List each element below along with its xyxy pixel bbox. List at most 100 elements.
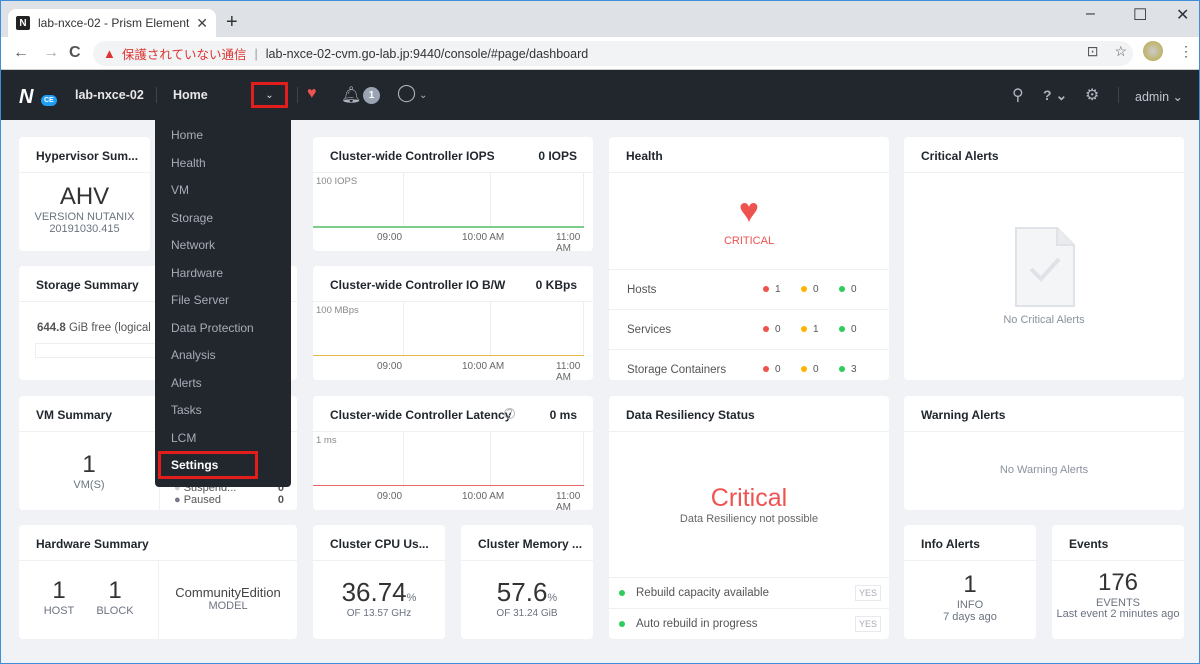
warning-count[interactable]: 1 [801,324,819,335]
menu-item-lcm[interactable]: LCM [171,431,196,445]
controller-latency-card[interactable]: Cluster-wide Controller Latency ? 0 ms 1… [313,396,593,510]
hypervisor-version: 20191030.415 [49,223,120,235]
menu-item-analysis[interactable]: Analysis [171,348,216,362]
menu-item-tasks[interactable]: Tasks [171,403,202,417]
help-icon[interactable]: ? ⌄ [1043,87,1067,104]
warning-alerts-card[interactable]: Warning Alerts No Warning Alerts [904,396,1184,510]
menu-item-network[interactable]: Network [171,238,215,252]
bookmark-star-icon[interactable]: ☆ [1114,43,1127,60]
good-value: 0 [851,284,857,295]
gridline [490,432,491,487]
main-menu-dropdown-button[interactable]: ⌄ [251,82,288,108]
controller-bandwidth-card[interactable]: Cluster-wide Controller IO B/W 0 KBps 10… [313,266,593,380]
good-count[interactable]: 0 [839,324,857,335]
card-title: Hypervisor Sum... [19,137,150,173]
tab-title: lab-nxce-02 - Prism Element [38,16,190,30]
paused-label: Paused [183,494,222,506]
resiliency-row: Auto rebuild in progress YES [609,608,889,639]
menu-item-hardware[interactable]: Hardware [171,266,223,280]
tasks-circle-icon[interactable]: ◯ [397,83,416,103]
critical-count[interactable]: 0 [763,324,781,335]
bell-icon[interactable]: 🔔︎ [341,85,361,105]
card-title: Info Alerts [904,525,1036,561]
gear-icon[interactable]: ⚙ [1085,85,1099,105]
health-card[interactable]: Health ♥ CRITICAL Hosts 1 0 0 Services 0 1 0 Sto… [609,137,889,380]
info-label: INFO [956,599,984,611]
memory-usage-value: 57.6 [496,577,548,607]
critical-alerts-card[interactable]: Critical Alerts No Critical Alerts [904,137,1184,380]
health-row[interactable]: Hosts 1 0 0 [609,269,889,309]
good-dot-icon [839,286,845,292]
x-tick-label: 11:00 AM [556,361,581,380]
storage-free-label: free (logical [91,322,151,334]
menu-item-storage[interactable]: Storage [171,211,213,225]
url-input[interactable]: ▲ 保護されていない通信 | lab-nxce-02-cvm.go-lab.jp… [93,41,1133,66]
minimize-button[interactable]: – [1086,5,1095,23]
close-window-button[interactable]: ✕ [1176,5,1189,25]
resiliency-status: Critical [710,484,788,512]
nutanix-logo[interactable]: N CE [19,86,59,108]
warning-count[interactable]: 0 [801,364,819,375]
iops-series-line [313,226,584,228]
critical-dot-icon [763,366,769,372]
warning-count[interactable]: 0 [801,284,819,295]
back-button[interactable]: ← [13,44,29,62]
tab-bar: N lab-nxce-02 - Prism Element ✕ + – ☐ ✕ [1,1,1199,37]
user-menu[interactable]: admin ⌄ [1135,89,1183,104]
cpu-capacity: OF 13.57 GHz [346,608,412,619]
controller-iops-card[interactable]: Cluster-wide Controller IOPS 0 IOPS 100 … [313,137,593,251]
menu-item-alerts[interactable]: Alerts [171,376,202,390]
health-row[interactable]: Services 0 1 0 [609,309,889,349]
menu-item-file-server[interactable]: File Server [171,293,229,307]
search-icon[interactable]: ⚲ [1012,85,1024,105]
maximize-button[interactable]: ☐ [1133,5,1147,25]
forward-button[interactable]: → [43,44,59,62]
storage-free-value: 644.8 [37,322,66,334]
menu-item-home[interactable]: Home [171,128,203,142]
translate-icon[interactable]: ⊡ [1087,43,1099,60]
cpu-unit: % [406,592,417,604]
cluster-name: lab-nxce-02 [75,88,144,102]
cluster-cpu-card[interactable]: Cluster CPU Us... 36.74% OF 13.57 GHz [313,525,445,639]
info-alerts-count: 1 [963,571,977,598]
resiliency-subtitle: Data Resiliency not possible [679,513,819,525]
new-tab-button[interactable]: + [226,11,238,34]
good-count[interactable]: 3 [839,364,857,375]
chevron-down-icon[interactable]: ⌄ [419,90,427,101]
info-alerts-card[interactable]: Info Alerts 1 INFO 7 days ago [904,525,1036,639]
hypervisor-summary-card[interactable]: Hypervisor Sum... AHV VERSION NUTANIX 20… [19,137,150,251]
card-title: Cluster Memory ... [461,525,593,561]
events-card[interactable]: Events 176 EVENTS Last event 2 minutes a… [1052,525,1184,639]
data-resiliency-card[interactable]: Data Resiliency Status Critical Data Res… [609,396,889,639]
good-count[interactable]: 0 [839,284,857,295]
alerts-count-badge[interactable]: 1 [363,87,380,104]
warning-value: 0 [813,284,819,295]
x-tick-label: 09:00 [377,232,403,243]
browser-menu-icon[interactable]: ⋮ [1179,43,1193,60]
critical-value: 1 [775,284,781,295]
address-bar-row: ← → C ▲ 保護されていない通信 | lab-nxce-02-cvm.go-… [1,37,1199,70]
health-row[interactable]: Storage Containers 0 0 3 [609,349,889,380]
browser-tab[interactable]: N lab-nxce-02 - Prism Element ✕ [8,9,216,37]
critical-count[interactable]: 0 [763,364,781,375]
help-icon[interactable]: ? [504,408,515,419]
settings-highlight-box [158,451,258,479]
profile-avatar[interactable] [1143,41,1163,61]
y-axis-max-label: 100 IOPS [316,176,358,187]
current-page-label[interactable]: Home [173,88,208,102]
warning-icon: ▲ [103,46,116,61]
health-heart-icon[interactable]: ♥ [307,85,317,103]
security-warning[interactable]: 保護されていない通信 [122,44,247,63]
close-tab-icon[interactable]: ✕ [196,15,208,32]
x-tick-label: 10:00 AM [462,232,505,243]
menu-item-data-protection[interactable]: Data Protection [171,321,254,335]
card-title: Data Resiliency Status [609,396,889,432]
cluster-memory-card[interactable]: Cluster Memory ... 57.6% OF 31.24 GiB [461,525,593,639]
hardware-summary-card[interactable]: Hardware Summary 1 HOST 1 BLOCK Communit… [19,525,297,639]
menu-item-vm[interactable]: VM [171,183,189,197]
resiliency-row-label: Rebuild capacity available [636,587,769,599]
menu-item-health[interactable]: Health [171,156,206,170]
health-row-label: Hosts [627,284,657,296]
reload-button[interactable]: C [69,44,81,62]
critical-count[interactable]: 1 [763,284,781,295]
